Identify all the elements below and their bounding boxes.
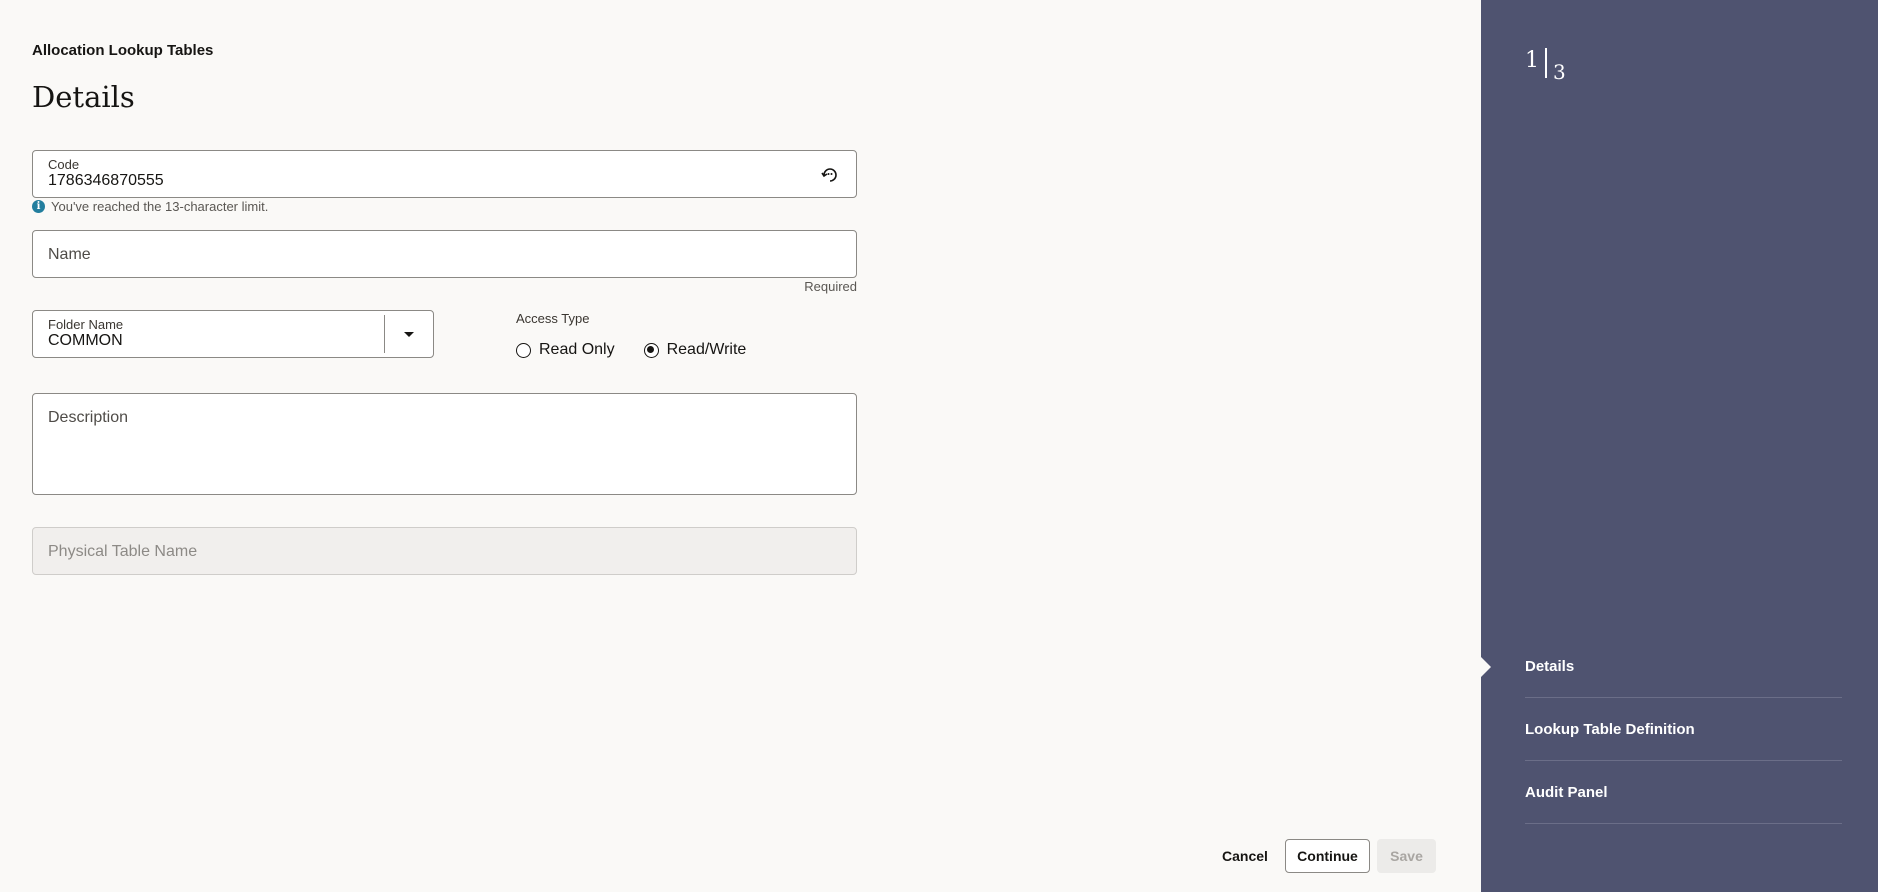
breadcrumb[interactable]: Allocation Lookup Tables xyxy=(32,42,213,59)
name-field[interactable]: Name xyxy=(32,230,857,278)
name-required-text: Required xyxy=(804,279,857,294)
code-hint: i You've reached the 13-character limit. xyxy=(32,199,268,214)
step-item-audit-panel[interactable]: Audit Panel xyxy=(1525,761,1842,824)
page-title: Details xyxy=(32,80,135,114)
code-field[interactable]: Code 1786346870555 xyxy=(32,150,857,198)
name-placeholder: Name xyxy=(48,246,91,263)
step-total: 3 xyxy=(1553,60,1566,84)
radio-read-write-label[interactable]: Read/Write xyxy=(667,341,747,359)
step-list: Details Lookup Table Definition Audit Pa… xyxy=(1481,635,1878,824)
active-step-marker-icon xyxy=(1481,657,1491,677)
folder-name-value[interactable]: COMMON xyxy=(48,332,123,350)
radio-read-write[interactable]: Read/Write xyxy=(643,341,747,359)
folder-name-label: Folder Name xyxy=(48,317,124,332)
step-separator xyxy=(1545,48,1547,78)
folder-dropdown-button[interactable] xyxy=(385,311,433,357)
radio-read-write-circle[interactable] xyxy=(643,342,659,358)
radio-read-only-label[interactable]: Read Only xyxy=(539,341,615,359)
info-icon: i xyxy=(32,200,45,213)
main-content: Allocation Lookup Tables Details Code 17… xyxy=(0,0,1481,892)
code-value[interactable]: 1786346870555 xyxy=(48,172,164,190)
physical-table-name-field: Physical Table Name xyxy=(32,527,857,575)
code-hint-text: You've reached the 13-character limit. xyxy=(51,199,269,214)
train-sidebar: 1 3 Details Lookup Table Definition Audi… xyxy=(1481,0,1878,892)
cancel-button[interactable]: Cancel xyxy=(1208,839,1282,873)
step-item-label: Details xyxy=(1525,657,1575,675)
chevron-down-icon xyxy=(404,331,414,337)
refresh-icon[interactable] xyxy=(820,165,840,185)
access-type-radio-group: Read Only Read/Write xyxy=(516,341,746,359)
radio-read-only-circle[interactable] xyxy=(516,342,531,358)
folder-name-select[interactable]: Folder Name COMMON xyxy=(32,310,434,358)
physical-table-name-placeholder: Physical Table Name xyxy=(48,543,198,560)
continue-button[interactable]: Continue xyxy=(1285,839,1370,873)
step-item-label: Audit Panel xyxy=(1525,783,1608,801)
save-button: Save xyxy=(1377,839,1436,873)
description-textarea[interactable]: Description xyxy=(32,393,857,495)
description-placeholder: Description xyxy=(48,409,129,426)
radio-read-only[interactable]: Read Only xyxy=(516,341,615,359)
step-item-label: Lookup Table Definition xyxy=(1525,720,1695,738)
code-label: Code xyxy=(48,157,80,172)
step-item-details[interactable]: Details xyxy=(1481,635,1842,698)
step-item-lookup-table-definition[interactable]: Lookup Table Definition xyxy=(1525,698,1842,761)
step-current: 1 xyxy=(1525,48,1539,73)
access-type-label: Access Type xyxy=(516,311,590,326)
